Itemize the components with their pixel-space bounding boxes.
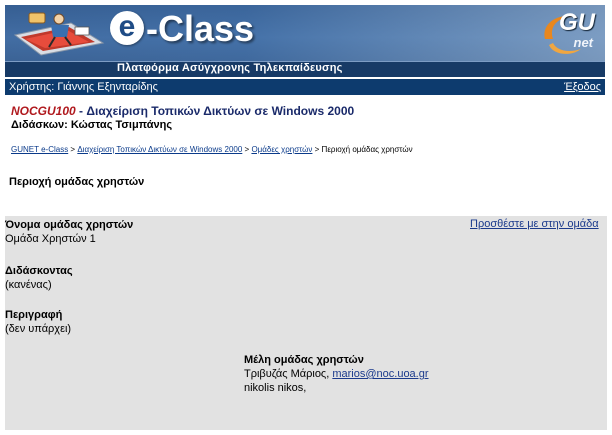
- group-name-label: Όνομα ομάδας χρηστών: [5, 219, 134, 231]
- breadcrumb-separator: >: [312, 145, 322, 154]
- course-title-separator: -: [75, 104, 87, 118]
- page-title: Περιοχή ομάδας χρηστών: [9, 176, 145, 188]
- group-tutor-value: (κανένας): [5, 279, 52, 291]
- add-me-to-group-link[interactable]: Προσθέστε με στην ομάδα: [470, 218, 599, 230]
- user-bar: Χρήστης: Γιάννης Εξηνταρίδης Έξοδος: [5, 79, 605, 95]
- group-tutor-field: Διδάσκοντας (κανένας): [5, 264, 73, 292]
- breadcrumb-home-link[interactable]: GUNET e-Class: [11, 145, 68, 154]
- group-description-label: Περιγραφή: [5, 309, 63, 321]
- member-email-link[interactable]: marios@noc.uoa.gr: [332, 368, 428, 380]
- group-name-value: Ομάδα Χρηστών 1: [5, 233, 96, 245]
- course-code: NOCGU100: [11, 104, 76, 118]
- breadcrumb-separator: >: [68, 145, 78, 154]
- gunet-logo-sub: net: [573, 35, 594, 50]
- breadcrumb-course-link[interactable]: Διαχείριση Τοπικών Δικτύων σε Windows 20…: [77, 145, 242, 154]
- eclass-logo-text: -Class: [146, 8, 255, 49]
- group-members: Μέλη ομάδας χρηστών Τριβυζάς Μάριος, mar…: [244, 353, 429, 395]
- member-name: Τριβυζάς Μάριος,: [244, 368, 333, 380]
- member-item: Τριβυζάς Μάριος, marios@noc.uoa.gr: [244, 367, 429, 381]
- breadcrumb-current: Περιοχή ομάδας χρηστών: [321, 145, 413, 154]
- course-title-line: NOCGU100 - Διαχείριση Τοπικών Δικτύων σε…: [11, 104, 354, 118]
- gunet-logo-main: GU: [559, 9, 595, 36]
- group-name-field: Όνομα ομάδας χρηστών Ομάδα Χρηστών 1: [5, 218, 133, 246]
- breadcrumb-groups-link[interactable]: Ομάδες χρηστών: [251, 145, 312, 154]
- group-details-panel: Προσθέστε με στην ομάδα Όνομα ομάδας χρη…: [5, 216, 607, 430]
- group-description-field: Περιγραφή (δεν υπάρχει): [5, 308, 71, 336]
- breadcrumb: GUNET e-Class > Διαχείριση Τοπικών Δικτύ…: [11, 145, 413, 154]
- member-name: nikolis nikos,: [244, 382, 307, 394]
- course-teacher: Διδάσκων: Κώστας Τσιμπάνης: [11, 119, 173, 131]
- eclass-logo-e: e: [110, 11, 144, 45]
- course-title: Διαχείριση Τοπικών Δικτύων σε Windows 20…: [86, 104, 355, 118]
- group-description-value: (δεν υπάρχει): [5, 323, 72, 335]
- group-tutor-label: Διδάσκοντας: [5, 265, 73, 277]
- group-members-label: Μέλη ομάδας χρηστών: [244, 354, 364, 366]
- member-item: nikolis nikos,: [244, 381, 429, 395]
- course-header: NOCGU100 - Διαχείριση Τοπικών Δικτύων σε…: [11, 104, 354, 131]
- platform-tagline: Πλατφόρμα Ασύγχρονης Τηλεκπαίδευσης: [117, 62, 343, 74]
- logout-link[interactable]: Έξοδος: [564, 81, 601, 93]
- current-user-label: Χρήστης: Γιάννης Εξηνταρίδης: [9, 81, 158, 93]
- banner: e -Class GU net Πλατφόρμα Ασύγχρονης Τηλ…: [5, 5, 605, 77]
- eclass-logo-graphic: [13, 12, 105, 56]
